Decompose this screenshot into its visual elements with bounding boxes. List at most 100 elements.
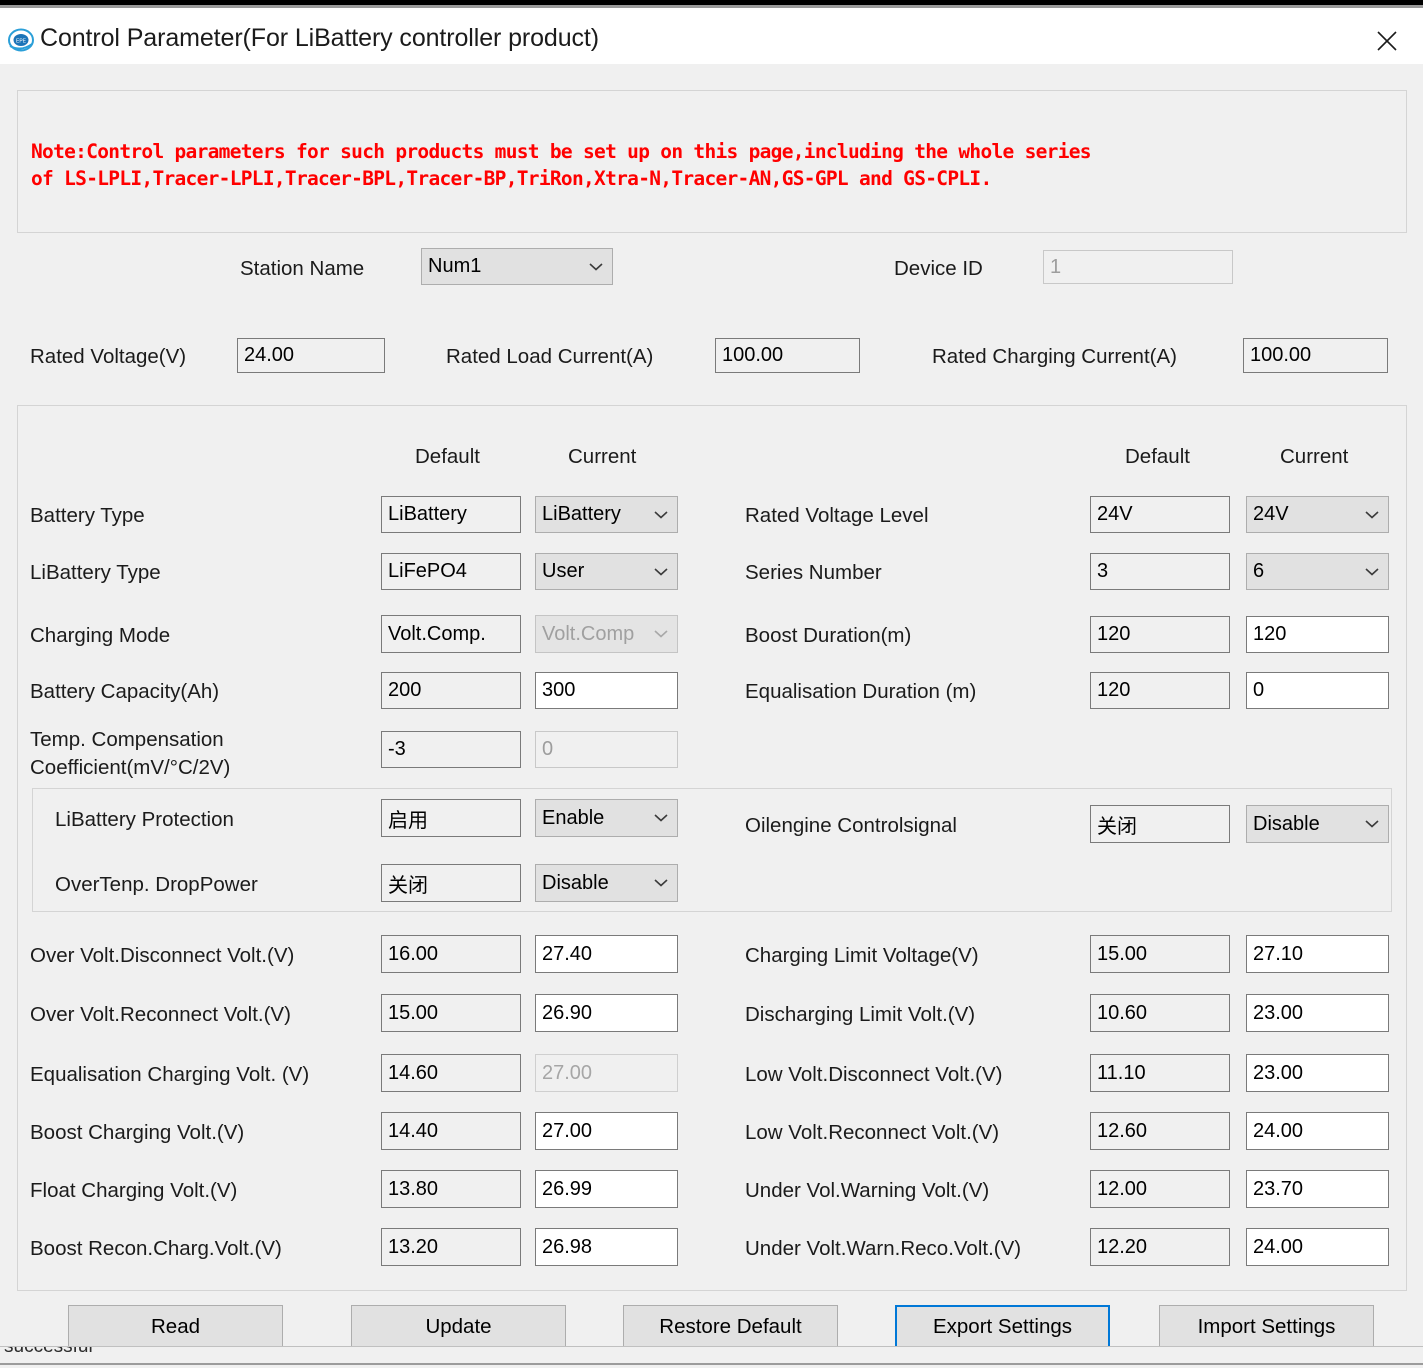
boost-duration-default-field[interactable]: 120 xyxy=(1090,616,1230,653)
under-volt-warn-reco-default-value: 12.20 xyxy=(1097,1235,1148,1258)
chevron-down-icon xyxy=(654,510,668,519)
battery-capacity-label: Battery Capacity(Ah) xyxy=(30,680,220,703)
import-settings-button[interactable]: Import Settings xyxy=(1159,1305,1374,1348)
over-volt-reconnect-current-field[interactable]: 26.90 xyxy=(535,994,678,1032)
low-volt-disconnect-current-field[interactable]: 23.00 xyxy=(1246,1054,1389,1092)
overtemp-droppower-label: OverTenp. DropPower xyxy=(55,873,258,896)
chevron-down-icon xyxy=(589,262,603,271)
update-button-label: Update xyxy=(425,1314,492,1338)
low-volt-reconnect-current-field[interactable]: 24.00 xyxy=(1246,1112,1389,1150)
rated-voltage-level-current-select[interactable]: 24V xyxy=(1246,496,1389,533)
charging-mode-current-value: Volt.Comp xyxy=(542,622,635,645)
rated-load-current-label: Rated Load Current(A) xyxy=(446,345,654,368)
libattery-type-default-field[interactable]: LiFePO4 xyxy=(381,553,521,590)
rated-voltage-level-default-value: 24V xyxy=(1097,503,1133,525)
charging-limit-voltage-current-value: 27.10 xyxy=(1253,942,1304,965)
rated-charging-current-field[interactable]: 100.00 xyxy=(1243,338,1388,373)
boost-duration-current-field[interactable]: 120 xyxy=(1246,616,1389,653)
over-volt-reconnect-default-field[interactable]: 15.00 xyxy=(381,994,521,1032)
over-volt-disconnect-default-field[interactable]: 16.00 xyxy=(381,935,521,973)
chevron-down-icon xyxy=(654,567,668,576)
oilengine-controlsignal-default-field[interactable]: 关闭 xyxy=(1090,805,1230,843)
discharging-limit-volt-label: Discharging Limit Volt.(V) xyxy=(745,1003,976,1026)
temp-compensation-current-field[interactable]: 0 xyxy=(535,731,678,768)
oilengine-controlsignal-default-value: 关闭 xyxy=(1097,813,1137,838)
series-number-current-select[interactable]: 6 xyxy=(1246,553,1389,590)
low-volt-disconnect-default-field[interactable]: 11.10 xyxy=(1090,1054,1230,1092)
station-name-select[interactable]: Num1 xyxy=(421,248,613,285)
svg-text:EPE: EPE xyxy=(16,39,27,45)
equalisation-charging-volt-default-value: 14.60 xyxy=(388,1061,439,1084)
charging-mode-default-field[interactable]: Volt.Comp. xyxy=(381,615,521,653)
overtemp-droppower-default-field[interactable]: 关闭 xyxy=(381,864,521,902)
temp-compensation-default-field[interactable]: -3 xyxy=(381,731,521,768)
low-volt-reconnect-default-value: 12.60 xyxy=(1097,1119,1148,1142)
battery-capacity-current-field[interactable]: 300 xyxy=(535,672,678,709)
dialog-body: Note:Control parameters for such product… xyxy=(0,64,1423,1368)
equalisation-duration-current-field[interactable]: 0 xyxy=(1246,672,1389,709)
over-volt-reconnect-current-value: 26.90 xyxy=(542,1001,593,1024)
device-id-field[interactable]: 1 xyxy=(1043,250,1233,284)
battery-type-current-value: LiBattery xyxy=(542,503,621,525)
under-volt-warn-reco-default-field[interactable]: 12.20 xyxy=(1090,1228,1230,1266)
series-number-default-field[interactable]: 3 xyxy=(1090,553,1230,590)
over-volt-disconnect-label: Over Volt.Disconnect Volt.(V) xyxy=(30,944,295,967)
equalisation-charging-volt-default-field[interactable]: 14.60 xyxy=(381,1054,521,1092)
chevron-down-icon xyxy=(1365,820,1379,829)
under-vol-warning-current-field[interactable]: 23.70 xyxy=(1246,1170,1389,1208)
charging-mode-label: Charging Mode xyxy=(30,624,171,647)
battery-type-current-select[interactable]: LiBattery xyxy=(535,496,678,533)
libattery-protection-current-value: Enable xyxy=(542,806,605,829)
rated-voltage-label: Rated Voltage(V) xyxy=(30,345,187,368)
rated-voltage-level-default-field[interactable]: 24V xyxy=(1090,496,1230,533)
rated-voltage-level-label: Rated Voltage Level xyxy=(745,504,929,527)
export-settings-button[interactable]: Export Settings xyxy=(895,1305,1110,1348)
charging-limit-voltage-current-field[interactable]: 27.10 xyxy=(1246,935,1389,973)
float-charging-volt-current-field[interactable]: 26.99 xyxy=(535,1170,678,1208)
over-volt-disconnect-current-field[interactable]: 27.40 xyxy=(535,935,678,973)
rated-load-current-field[interactable]: 100.00 xyxy=(715,338,860,373)
update-button[interactable]: Update xyxy=(351,1305,566,1348)
window-top-edge-white xyxy=(0,8,1423,16)
boost-duration-current-value: 120 xyxy=(1253,623,1287,645)
boost-recon-charg-volt-current-field[interactable]: 26.98 xyxy=(535,1228,678,1266)
low-volt-reconnect-default-field[interactable]: 12.60 xyxy=(1090,1112,1230,1150)
float-charging-volt-default-field[interactable]: 13.80 xyxy=(381,1170,521,1208)
charging-mode-current-select[interactable]: Volt.Comp xyxy=(535,615,678,653)
rated-voltage-field[interactable]: 24.00 xyxy=(237,338,385,373)
restore-default-button[interactable]: Restore Default xyxy=(623,1305,838,1348)
equalisation-duration-label: Equalisation Duration (m) xyxy=(745,680,977,703)
boost-duration-default-value: 120 xyxy=(1097,623,1131,645)
battery-type-default-field[interactable]: LiBattery xyxy=(381,496,521,533)
temp-compensation-label: Temp. Compensation Coefficient(mV/°C/2V) xyxy=(30,728,231,779)
discharging-limit-volt-default-field[interactable]: 10.60 xyxy=(1090,994,1230,1032)
close-icon[interactable] xyxy=(1365,24,1409,58)
rated-load-current-value: 100.00 xyxy=(722,344,784,366)
charging-limit-voltage-default-field[interactable]: 15.00 xyxy=(1090,935,1230,973)
discharging-limit-volt-current-field[interactable]: 23.00 xyxy=(1246,994,1389,1032)
libattery-type-current-select[interactable]: User xyxy=(535,553,678,590)
device-id-label: Device ID xyxy=(894,257,983,280)
under-volt-warn-reco-current-field[interactable]: 24.00 xyxy=(1246,1228,1389,1266)
boost-charging-volt-default-field[interactable]: 14.40 xyxy=(381,1112,521,1150)
boost-recon-charg-volt-default-field[interactable]: 13.20 xyxy=(381,1228,521,1266)
battery-capacity-default-field[interactable]: 200 xyxy=(381,672,521,709)
equalisation-duration-default-field[interactable]: 120 xyxy=(1090,672,1230,709)
libattery-protection-default-field[interactable]: 启用 xyxy=(381,799,521,837)
boost-recon-charg-volt-default-value: 13.20 xyxy=(388,1235,439,1258)
discharging-limit-volt-default-value: 10.60 xyxy=(1097,1001,1148,1024)
overtemp-droppower-current-value: Disable xyxy=(542,871,609,894)
oilengine-controlsignal-current-select[interactable]: Disable xyxy=(1246,805,1389,843)
under-vol-warning-default-field[interactable]: 12.00 xyxy=(1090,1170,1230,1208)
boost-charging-volt-current-field[interactable]: 27.00 xyxy=(535,1112,678,1150)
oilengine-controlsignal-label: Oilengine Controlsignal xyxy=(745,814,957,837)
read-button[interactable]: Read xyxy=(68,1305,283,1348)
equalisation-charging-volt-current-value: 27.00 xyxy=(542,1061,593,1084)
chevron-down-icon xyxy=(654,879,668,888)
libattery-type-label: LiBattery Type xyxy=(30,561,161,584)
libattery-protection-current-select[interactable]: Enable xyxy=(535,799,678,837)
note-panel: Note:Control parameters for such product… xyxy=(17,90,1407,233)
boost-recon-charg-volt-label: Boost Recon.Charg.Volt.(V) xyxy=(30,1237,282,1260)
overtemp-droppower-current-select[interactable]: Disable xyxy=(535,864,678,902)
equalisation-charging-volt-current-field[interactable]: 27.00 xyxy=(535,1054,678,1092)
